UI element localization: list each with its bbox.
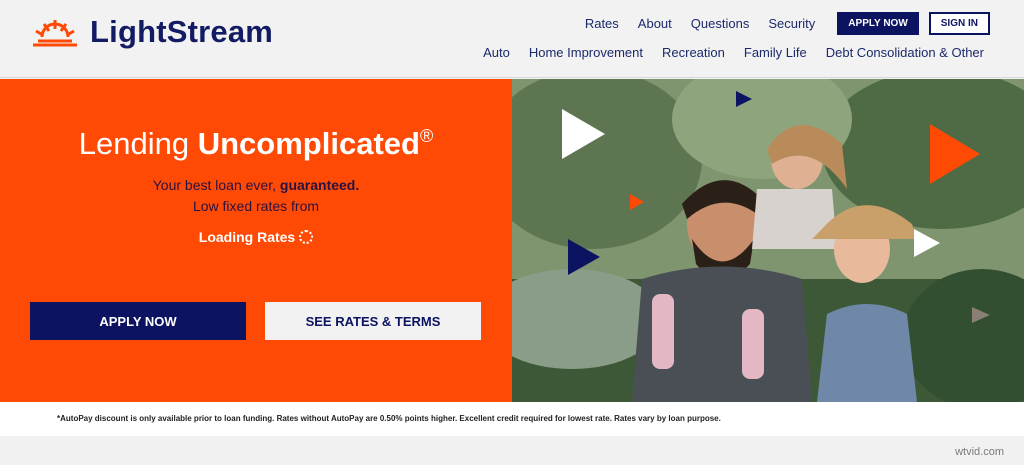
header-apply-button[interactable]: APPLY NOW xyxy=(837,12,919,35)
see-rates-terms-button[interactable]: SEE RATES & TERMS xyxy=(265,302,481,340)
nav-security[interactable]: Security xyxy=(768,16,815,31)
top-nav: Rates About Questions Security APPLY NOW… xyxy=(566,12,990,35)
tagline-prefix: Your best loan ever, xyxy=(152,177,280,193)
disclaimer-bar: *AutoPay discount is only available prio… xyxy=(0,402,1024,436)
sunburst-logo-icon xyxy=(33,20,77,47)
rates-intro: Low fixed rates from xyxy=(192,198,320,214)
hero-tagline: Your best loan ever, guaranteed. xyxy=(0,177,512,193)
autopay-disclaimer: *AutoPay discount is only available prio… xyxy=(57,414,721,423)
family-photo-illustration xyxy=(512,79,1024,402)
nav-recreation[interactable]: Recreation xyxy=(662,45,725,60)
loan-category-nav: Auto Home Improvement Recreation Family … xyxy=(464,45,984,60)
loading-rates: Loading Rates xyxy=(0,229,512,245)
brand-name: LightStream xyxy=(90,14,274,49)
tagline-bold: guaranteed. xyxy=(279,177,360,193)
nav-debt-consolidation[interactable]: Debt Consolidation & Other xyxy=(826,45,984,60)
registered-mark: ® xyxy=(419,126,434,146)
headline-bold: Uncomplicated xyxy=(197,126,420,161)
hero-panel: Lending Uncomplicated® Your best loan ev… xyxy=(0,79,512,402)
nav-home-improvement[interactable]: Home Improvement xyxy=(529,45,643,60)
nav-rates[interactable]: Rates xyxy=(585,16,619,31)
watermark: wtvid.com xyxy=(955,446,1004,458)
loading-rates-text: Loading Rates xyxy=(198,229,296,245)
sign-in-button[interactable]: SIGN IN xyxy=(928,12,990,35)
nav-questions[interactable]: Questions xyxy=(691,16,750,31)
nav-family-life[interactable]: Family Life xyxy=(744,45,807,60)
loading-spinner-icon xyxy=(299,230,314,244)
site-header: LightStream Rates About Questions Securi… xyxy=(0,0,1024,78)
headline-light: Lending xyxy=(78,126,198,161)
apply-now-button[interactable]: APPLY NOW xyxy=(30,302,246,340)
nav-about[interactable]: About xyxy=(638,16,672,31)
nav-auto[interactable]: Auto xyxy=(483,45,510,60)
logo[interactable]: LightStream xyxy=(30,14,273,50)
hero-headline: Lending Uncomplicated® xyxy=(0,126,512,162)
hero-family-photo xyxy=(512,79,1024,402)
